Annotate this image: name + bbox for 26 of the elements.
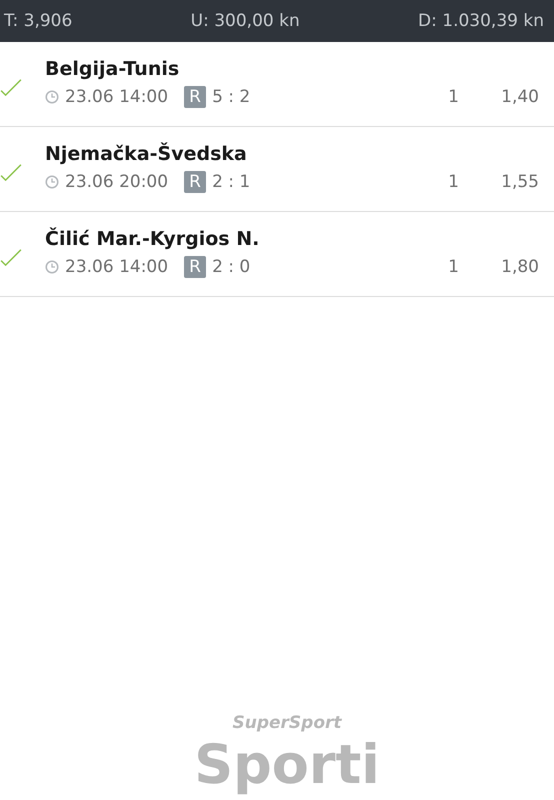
odds: 1,80 [500,257,539,277]
clock-icon [45,260,59,274]
clock-icon [45,90,59,104]
logo-text: Sporti [194,734,380,796]
match-result: 2 : 1 [212,172,252,192]
brand-logo-text: SuperSport [232,714,342,734]
clock-icon [45,175,59,189]
match-name: Belgija-Tunis [45,58,180,80]
result-badge: R [184,86,206,108]
odds: 1,55 [500,172,539,192]
payout: D: 1.030,39 kn [418,11,544,31]
match-name: Njemačka-Švedska [45,143,248,165]
pick: 1 [448,172,459,192]
match-name: Čilić Mar.-Kyrgios N. [45,228,260,250]
result-badge: R [184,256,206,278]
match-time: 23.06 14:00 [65,257,168,277]
match-time: 23.06 20:00 [65,172,168,192]
odds: 1,40 [500,87,539,107]
total-odds: T: 3,906 [4,11,72,31]
pick: 1 [448,87,459,107]
match-result: 5 : 2 [212,87,252,107]
match-result: 2 : 0 [212,257,252,277]
pick: 1 [448,257,459,277]
stake: U: 300,00 kn [190,11,300,31]
match-time: 23.06 14:00 [65,87,168,107]
result-badge: R [184,171,206,193]
